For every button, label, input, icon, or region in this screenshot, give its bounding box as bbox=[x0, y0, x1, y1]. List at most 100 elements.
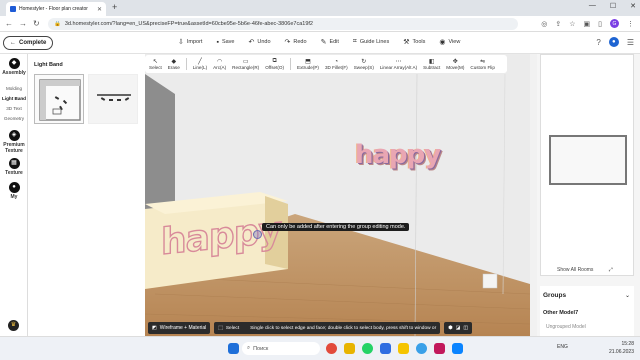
texture-icon: ▦ bbox=[8, 158, 20, 169]
date: 21.06.2023 bbox=[608, 349, 634, 355]
clock[interactable]: 15:28 21.06.2023 bbox=[609, 340, 634, 356]
import-label: Import bbox=[186, 39, 203, 45]
lock-icon: 🔒 bbox=[54, 21, 61, 27]
select-tool[interactable]: ↖ Select bbox=[149, 58, 162, 70]
linear-array-tool[interactable]: ⋯ Linear Array(Alt A) bbox=[380, 58, 417, 70]
fillet-tool-label: 3D Fillet(F) bbox=[324, 64, 348, 70]
close-tab-icon[interactable]: ✕ bbox=[97, 6, 102, 13]
url-field[interactable]: 🔒 3d.homestyler.com/?lang=en_US&preciseF… bbox=[48, 18, 518, 30]
3d-text-happy-wall[interactable]: happy bbox=[355, 140, 441, 170]
sidebar-sub-geometry[interactable]: Geometry bbox=[0, 116, 28, 121]
taskbar-search[interactable]: ⌕ Поиск bbox=[242, 342, 320, 355]
fillet-tool[interactable]: ◔ 3D Fillet(F) bbox=[325, 59, 348, 70]
edit-label: Edit bbox=[329, 39, 339, 45]
catalog-panel: Light Band bbox=[28, 54, 145, 336]
move-tool[interactable]: ✥ Move(M) bbox=[446, 58, 464, 70]
close-window-icon[interactable]: ✕ bbox=[630, 2, 636, 10]
complete-button[interactable]: ← Complete bbox=[3, 36, 54, 50]
telegram-icon[interactable] bbox=[416, 343, 427, 354]
sidepanel-icon[interactable]: ▯ bbox=[598, 20, 602, 28]
erase-tool[interactable]: ◆ Erase bbox=[168, 58, 180, 70]
edit-button[interactable]: ✎ Edit bbox=[321, 38, 339, 46]
new-tab-icon[interactable]: + bbox=[112, 2, 117, 12]
account-icon[interactable]: ● bbox=[608, 37, 619, 47]
browser-menu-icon[interactable]: ⋮ bbox=[627, 20, 634, 28]
app-menu-icon[interactable]: ☰ bbox=[627, 38, 634, 47]
chrome-icon[interactable] bbox=[326, 343, 337, 354]
offset-tool-label: Offset(O) bbox=[265, 65, 284, 70]
sidebar-item-assembly[interactable]: ◆ Assembly bbox=[0, 58, 28, 76]
show-all-rooms-button[interactable]: Show All Rooms ⤢ bbox=[557, 267, 613, 273]
maximize-icon[interactable]: ☐ bbox=[610, 2, 616, 10]
guide-lines-button[interactable]: ⌗ Guide Lines bbox=[353, 38, 389, 46]
sidebar-item-premium-texture[interactable]: ◈ Premium Texture bbox=[0, 130, 28, 154]
floor-map-preview[interactable]: Show All Rooms ⤢ bbox=[540, 54, 634, 276]
sidebar-sub-molding[interactable]: Molding bbox=[0, 86, 28, 91]
browser-tab[interactable]: Homestyler - Floor plan creator ✕ bbox=[6, 2, 106, 16]
sidebar-item-texture[interactable]: ▦ Texture bbox=[0, 158, 28, 176]
help-icon[interactable]: ? bbox=[596, 38, 600, 47]
search-placeholder: Поиск bbox=[253, 345, 269, 352]
folder-icon[interactable] bbox=[398, 343, 409, 354]
search-icon: ⌕ bbox=[247, 345, 251, 351]
sweep-icon: ↻ bbox=[361, 59, 367, 65]
undo-button[interactable]: ↶ Undo bbox=[249, 38, 271, 46]
sweep-tool[interactable]: ↻ Sweep(S) bbox=[354, 58, 374, 70]
tooltip: Can only be added after entering the gro… bbox=[262, 223, 410, 231]
windows-start-icon[interactable] bbox=[228, 343, 239, 354]
view-cube-icon[interactable]: ⬢ bbox=[448, 325, 452, 331]
guide-lines-icon: ⌗ bbox=[352, 38, 357, 45]
custom-flip-tool[interactable]: ⇋ Custom Flip bbox=[470, 58, 495, 70]
save-button[interactable]: ▪ Save bbox=[216, 38, 234, 46]
edge-icon[interactable] bbox=[452, 343, 463, 354]
back-icon[interactable]: ← bbox=[5, 19, 13, 28]
collapse-groups-icon[interactable]: ⌄ bbox=[625, 292, 630, 299]
redo-button[interactable]: ↷ Redo bbox=[285, 38, 307, 46]
forward-icon[interactable]: → bbox=[19, 19, 27, 28]
google-lens-icon[interactable]: ◎ bbox=[541, 20, 547, 28]
rewards-icon[interactable]: ♛ bbox=[8, 320, 19, 331]
sweep-tool-label: Sweep(S) bbox=[353, 65, 374, 70]
arc-tool[interactable]: ◠ Arc(A) bbox=[213, 58, 226, 70]
premium-texture-label: Premium Texture bbox=[3, 142, 25, 154]
tools-button[interactable]: ⚒ Tools bbox=[403, 38, 425, 46]
rectangle-icon: ▭ bbox=[242, 59, 249, 65]
tab-title: Homestyler - Floor plan creator bbox=[19, 6, 88, 12]
language-indicator[interactable]: ENG bbox=[557, 344, 568, 350]
bookmark-star-icon[interactable]: ☆ bbox=[569, 20, 575, 28]
light-band-thumbnail-2[interactable] bbox=[88, 74, 138, 124]
expand-icon[interactable]: ⤢ bbox=[609, 267, 613, 273]
light-band-thumbnail-1[interactable] bbox=[34, 74, 84, 124]
line-tool[interactable]: ╱ Line(L) bbox=[193, 58, 207, 70]
minimize-icon[interactable]: — bbox=[589, 2, 596, 10]
profile-avatar[interactable]: G bbox=[610, 19, 619, 28]
reload-icon[interactable]: ↻ bbox=[33, 19, 40, 28]
erase-tool-label: Erase bbox=[167, 65, 180, 70]
import-button[interactable]: ⇩ Import bbox=[178, 38, 202, 46]
view-button[interactable]: ◉ View bbox=[439, 38, 460, 46]
sidebar-sub-light-band[interactable]: Light Band bbox=[0, 96, 28, 101]
group-item[interactable]: Other Model7 bbox=[543, 310, 578, 316]
extensions-icon[interactable]: ▣ bbox=[584, 20, 591, 28]
wireframe-material-toggle[interactable]: ◩ Wireframe + Material bbox=[148, 322, 211, 334]
assembly-icon: ◆ bbox=[8, 58, 20, 69]
file-explorer-icon[interactable] bbox=[380, 343, 391, 354]
sidebar-sub-3d-text[interactable]: 3D Text bbox=[0, 106, 28, 111]
view-perspective-icon[interactable]: ◪ bbox=[456, 325, 461, 331]
view-split-icon[interactable]: ◫ bbox=[463, 325, 468, 331]
ungrouped-item[interactable]: Ungrouped Model bbox=[546, 324, 586, 330]
extrude-tool[interactable]: ⬒ Extrude(P) bbox=[297, 58, 319, 70]
arrow-left-icon: ← bbox=[10, 40, 16, 46]
yandex-icon[interactable] bbox=[344, 343, 355, 354]
app-icon[interactable] bbox=[434, 343, 445, 354]
address-bar: ← → ↻ 🔒 3d.homestyler.com/?lang=en_US&pr… bbox=[0, 16, 640, 32]
subtract-tool[interactable]: ◧ Subtract bbox=[423, 58, 440, 70]
sidebar-item-my[interactable]: ● My bbox=[0, 182, 28, 200]
3d-viewport[interactable]: happy happy bbox=[145, 54, 530, 336]
whatsapp-icon[interactable] bbox=[362, 343, 373, 354]
show-all-rooms-label: Show All Rooms bbox=[557, 267, 594, 273]
offset-tool[interactable]: ⧉ Offset(O) bbox=[265, 58, 284, 70]
right-panel: Show All Rooms ⤢ Groups ⌄ Other Model7 U… bbox=[537, 54, 640, 336]
rectangle-tool[interactable]: ▭ Rectangle(R) bbox=[232, 58, 259, 70]
share-icon[interactable]: ⇪ bbox=[555, 20, 561, 28]
